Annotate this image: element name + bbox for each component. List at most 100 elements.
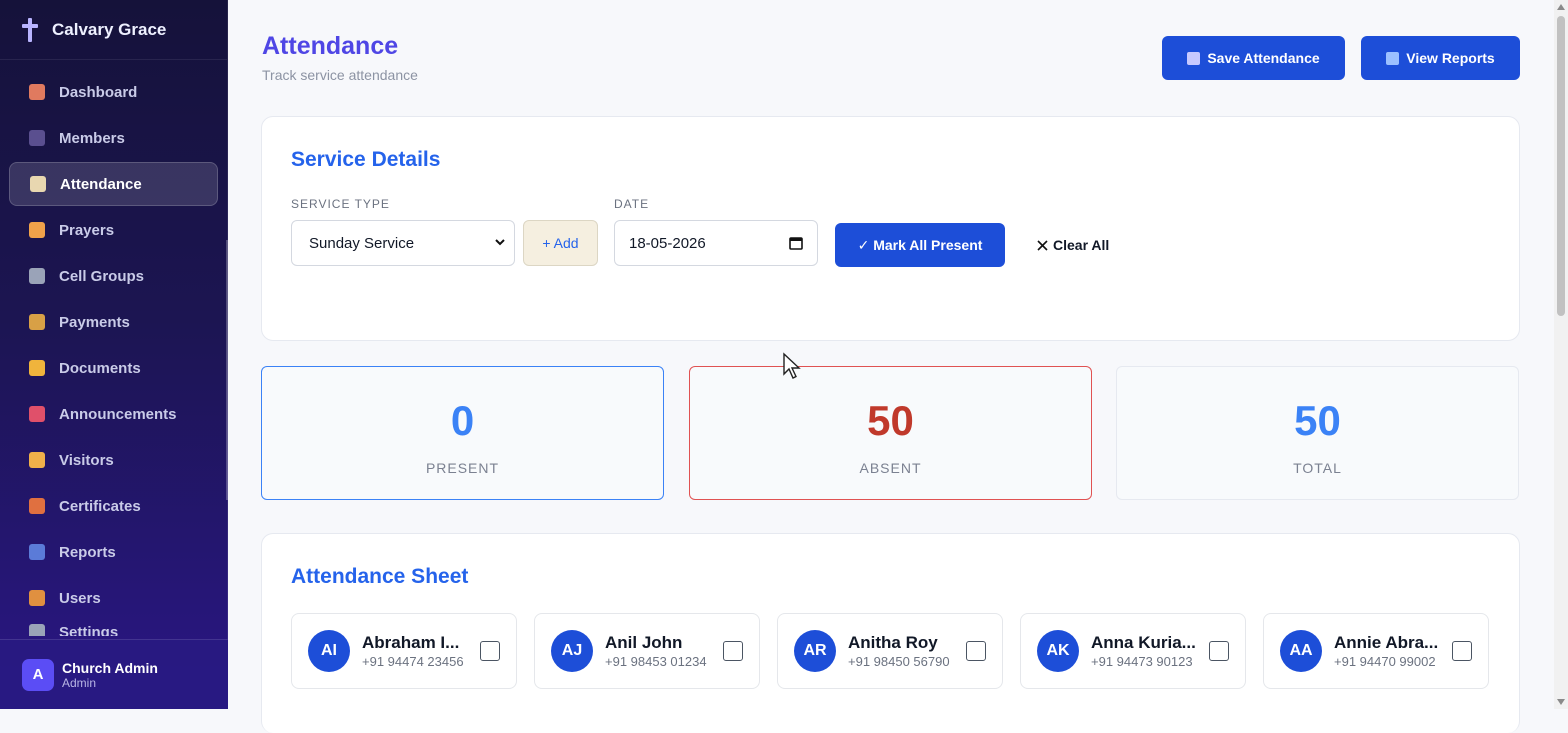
member-card[interactable]: AK Anna Kuria... +91 94473 90123 (1020, 613, 1246, 689)
brand[interactable]: Calvary Grace (0, 0, 227, 60)
bar-chart-icon (29, 544, 45, 560)
user-role: Admin (62, 675, 97, 690)
service-type-label: SERVICE TYPE (291, 197, 390, 211)
people-icon (29, 130, 45, 146)
sidebar-item-label: Reports (59, 543, 116, 561)
sidebar-item-cell-groups[interactable]: Cell Groups (9, 254, 218, 298)
sidebar-item-payments[interactable]: Payments (9, 300, 218, 344)
sidebar-item-label: Announcements (59, 405, 177, 423)
scrollbar-thumb[interactable] (1557, 16, 1565, 316)
attendance-checkbox[interactable] (723, 641, 743, 661)
lock-icon (29, 590, 45, 606)
member-name: Anil John (605, 633, 683, 652)
member-phone: +91 94470 99002 (1334, 654, 1436, 669)
medal-icon (29, 498, 45, 514)
save-attendance-button[interactable]: Save Attendance (1162, 36, 1345, 80)
floppy-disk-icon (1187, 51, 1201, 65)
sidebar-item-documents[interactable]: Documents (9, 346, 218, 390)
sidebar-item-attendance[interactable]: Attendance (9, 162, 218, 206)
member-name: Abraham I... (362, 633, 460, 652)
service-details-title: Service Details (291, 148, 441, 171)
member-avatar: AR (794, 630, 836, 672)
attendance-sheet-title: Attendance Sheet (291, 565, 469, 588)
attendance-checkbox[interactable] (966, 641, 986, 661)
sidebar-item-prayers[interactable]: Prayers (9, 208, 218, 252)
sidebar-item-label: Certificates (59, 497, 141, 515)
clear-all-button[interactable]: Clear All (1037, 223, 1109, 267)
present-count: 0 (450, 397, 475, 444)
service-details-card: Service Details SERVICE TYPE Sunday Serv… (261, 116, 1520, 341)
member-name: Annie Abra... (1334, 633, 1439, 652)
sidebar-item-label: Payments (59, 313, 130, 331)
gear-icon (29, 624, 45, 636)
bar-chart-icon (1386, 51, 1400, 65)
sidebar-nav: Dashboard Members Attendance Prayers Cel… (0, 60, 227, 636)
scroll-up-icon[interactable] (1557, 4, 1565, 10)
service-type-value: Sunday Service (309, 234, 415, 252)
sidebar-item-label: Visitors (59, 451, 114, 469)
save-attendance-label: Save Attendance (1207, 50, 1320, 66)
member-card[interactable]: AA Annie Abra... +91 94470 99002 (1263, 613, 1489, 689)
total-stat-card: 50 TOTAL (1116, 366, 1519, 500)
add-service-type-button[interactable]: + Add (523, 220, 598, 266)
sidebar: Calvary Grace Dashboard Members Attendan… (0, 0, 228, 709)
attendance-checkbox[interactable] (1452, 641, 1472, 661)
sidebar-item-dashboard[interactable]: Dashboard (9, 70, 218, 114)
member-phone: +91 98453 01234 (605, 654, 707, 669)
sidebar-item-label: Prayers (59, 221, 115, 239)
sidebar-item-settings[interactable]: Settings (9, 622, 218, 636)
member-card[interactable]: AJ Anil John +91 98453 01234 (534, 613, 760, 689)
main-content: Attendance Track service attendance Save… (229, 0, 1554, 733)
clear-all-label: Clear All (1053, 237, 1110, 253)
member-avatar: AK (1037, 630, 1079, 672)
scroll-down-icon[interactable] (1557, 699, 1565, 705)
member-name: Anitha Roy (848, 633, 938, 652)
close-icon (1037, 239, 1048, 251)
total-label: TOTAL (1293, 460, 1342, 476)
waving-hand-icon (29, 452, 45, 468)
sidebar-item-users[interactable]: Users (9, 576, 218, 620)
folder-icon (29, 360, 45, 376)
member-card[interactable]: AI Abraham I... +91 94474 23456 (291, 613, 517, 689)
mark-all-present-button[interactable]: ✓ Mark All Present (835, 223, 1005, 267)
view-reports-button[interactable]: View Reports (1361, 36, 1520, 80)
avatar: A (22, 658, 54, 691)
mouse-cursor-icon (783, 352, 801, 379)
sidebar-item-announcements[interactable]: Announcements (9, 392, 218, 436)
sidebar-item-label: Settings (59, 624, 119, 636)
sidebar-item-label: Users (59, 589, 101, 607)
member-phone: +91 94473 90123 (1091, 654, 1193, 669)
calendar-icon[interactable] (789, 236, 803, 250)
member-avatar: AI (308, 630, 350, 672)
sidebar-item-label: Members (59, 129, 125, 147)
sidebar-item-reports[interactable]: Reports (9, 530, 218, 574)
sidebar-item-certificates[interactable]: Certificates (9, 484, 218, 528)
link-icon (29, 268, 45, 284)
absent-label: ABSENT (859, 460, 922, 476)
view-reports-label: View Reports (1406, 50, 1495, 66)
page-scrollbar[interactable] (1554, 0, 1568, 709)
member-avatar: AA (1280, 630, 1322, 672)
attendance-checkbox[interactable] (480, 641, 500, 661)
praying-hands-icon (29, 222, 45, 238)
present-label: PRESENT (425, 460, 500, 476)
sidebar-item-visitors[interactable]: Visitors (9, 438, 218, 482)
member-phone: +91 98450 56790 (848, 654, 950, 669)
date-input[interactable]: 18-05-2026 (614, 220, 818, 266)
money-bag-icon (29, 314, 45, 330)
sidebar-item-label: Cell Groups (59, 267, 145, 285)
user-name: Church Admin (62, 659, 158, 676)
megaphone-icon (29, 406, 45, 422)
house-icon (29, 84, 45, 100)
attendance-checkbox[interactable] (1209, 641, 1229, 661)
sidebar-scrollbar[interactable] (226, 240, 228, 500)
absent-count: 50 (867, 397, 914, 444)
member-phone: +91 94474 23456 (362, 654, 464, 669)
chevron-down-icon (495, 239, 505, 246)
service-type-select[interactable]: Sunday Service (291, 220, 515, 266)
user-profile[interactable]: A Church Admin Admin (0, 639, 228, 709)
sidebar-item-members[interactable]: Members (9, 116, 218, 160)
member-avatar: AJ (551, 630, 593, 672)
member-card[interactable]: AR Anitha Roy +91 98450 56790 (777, 613, 1003, 689)
total-count: 50 (1294, 397, 1341, 444)
